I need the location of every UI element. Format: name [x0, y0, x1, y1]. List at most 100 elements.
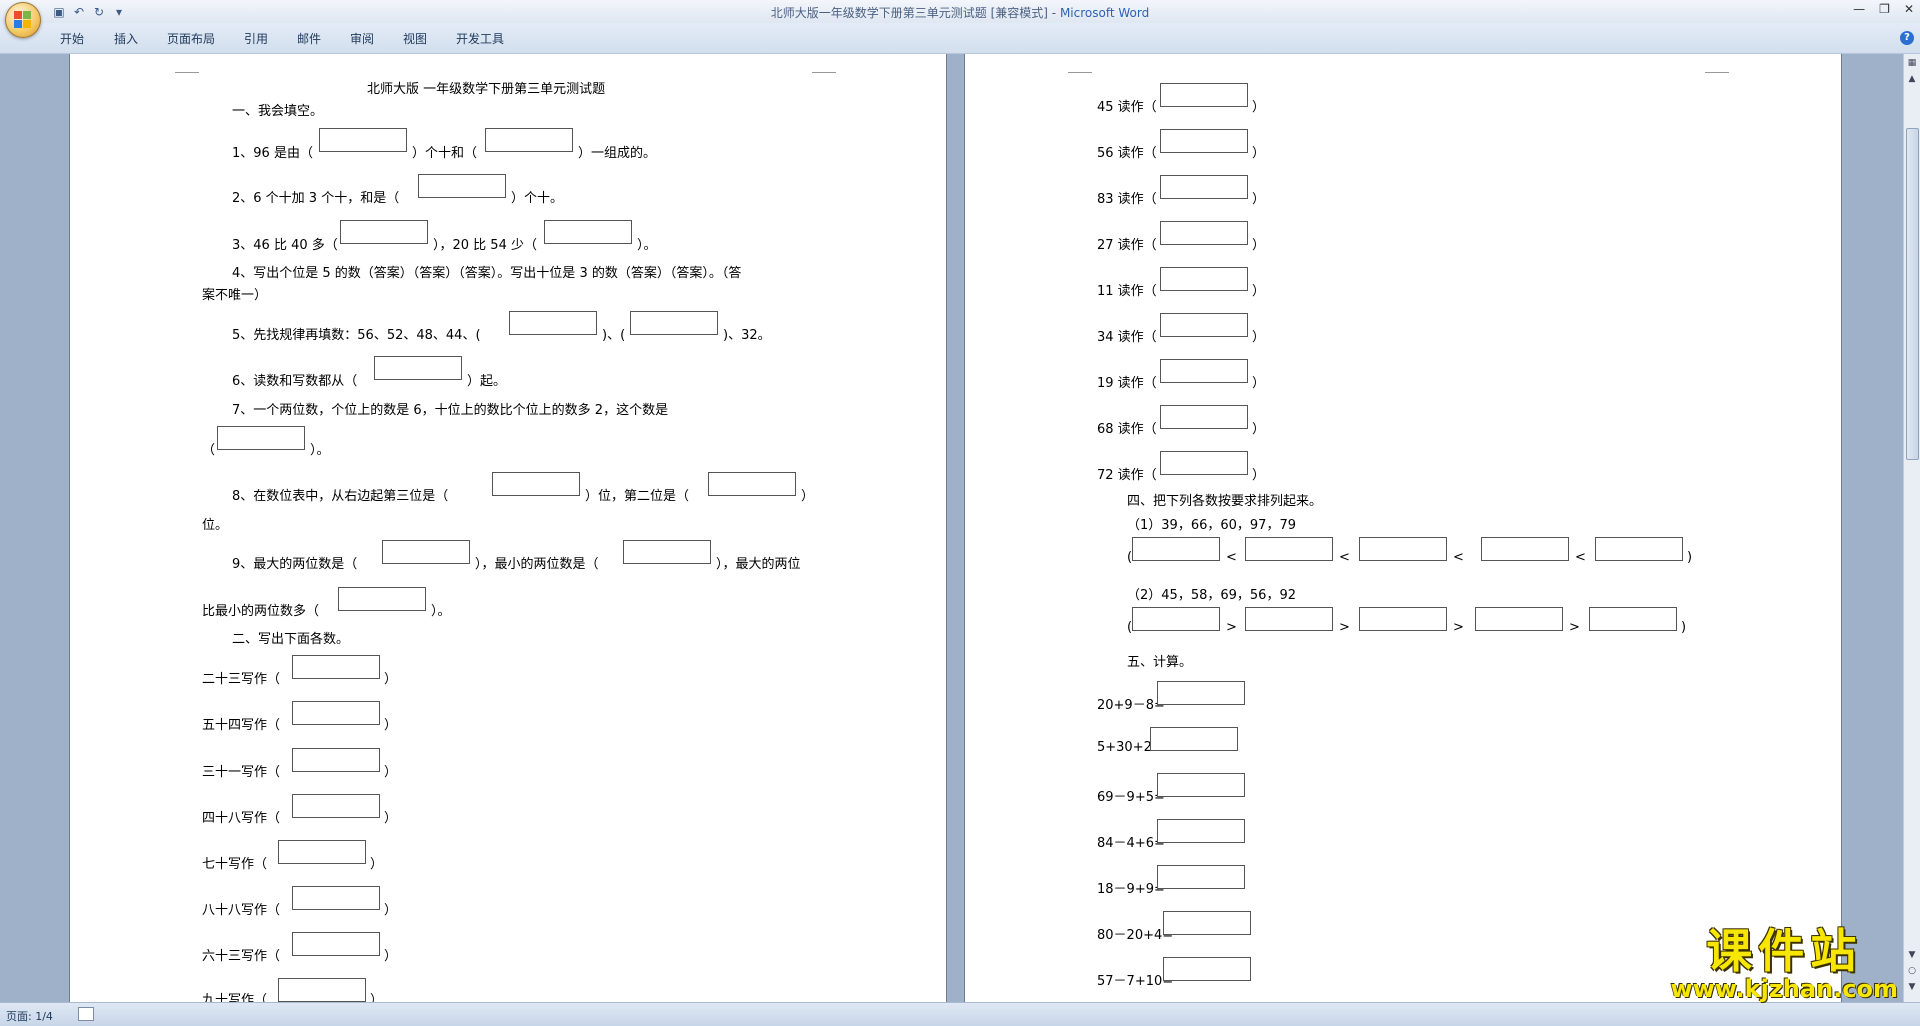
page-right[interactable]: 45 读作（ ） 56 读作（ ） 83 读作（ ） 27 读作（ ） 11 读…	[965, 54, 1841, 1002]
read-item-end: ）	[1252, 146, 1266, 161]
answer-box[interactable]	[1163, 957, 1251, 981]
answer-box[interactable]	[1245, 537, 1333, 561]
write-item-label: 二十三写作（	[202, 672, 281, 687]
order-1-numbers: （1）39，66，60，97，79	[1127, 518, 1296, 533]
answer-box[interactable]	[1245, 607, 1333, 631]
answer-box[interactable]	[418, 174, 506, 198]
answer-box[interactable]	[1157, 865, 1245, 889]
q9-text-d: 比最小的两位数多（	[202, 604, 320, 619]
tab-insert[interactable]: 插入	[114, 30, 138, 47]
answer-box[interactable]	[292, 701, 380, 725]
document-workspace: 北师大版 一年级数学下册第三单元测试题 一、我会填空。 1、96 是由（ ）个十…	[0, 54, 1904, 1002]
answer-box[interactable]	[492, 472, 580, 496]
answer-box[interactable]	[338, 587, 426, 611]
write-item-end: ）	[384, 765, 398, 780]
less-than-sign: <	[1453, 550, 1464, 565]
answer-box[interactable]	[1160, 267, 1248, 291]
next-page-icon[interactable]: ▼	[1905, 980, 1919, 994]
answer-box[interactable]	[217, 426, 305, 450]
answer-box[interactable]	[1160, 451, 1248, 475]
answer-box[interactable]	[1163, 911, 1251, 935]
q1-text-a: 1、96 是由（	[232, 146, 313, 161]
read-item-label: 72 读作（	[1097, 468, 1157, 483]
write-item-label: 九十写作（	[202, 993, 268, 1002]
close-icon[interactable]: ✕	[1904, 2, 1914, 16]
answer-box[interactable]	[1157, 681, 1245, 705]
answer-box[interactable]	[1160, 129, 1248, 153]
answer-box[interactable]	[292, 794, 380, 818]
answer-box[interactable]	[292, 748, 380, 772]
answer-box[interactable]	[1160, 83, 1248, 107]
read-item-end: ）	[1252, 330, 1266, 345]
tab-layout[interactable]: 页面布局	[167, 30, 215, 47]
write-item-end: ）	[384, 811, 398, 826]
tab-home[interactable]: 开始	[60, 30, 84, 47]
answer-box[interactable]	[319, 128, 407, 152]
window-controls: — ❐ ✕	[1853, 2, 1914, 16]
answer-box[interactable]	[1160, 359, 1248, 383]
answer-box[interactable]	[382, 540, 470, 564]
answer-box[interactable]	[1132, 537, 1220, 561]
page-count-status[interactable]: 页面: 1/4	[6, 1008, 53, 1024]
answer-box[interactable]	[374, 356, 462, 380]
answer-box[interactable]	[708, 472, 796, 496]
tab-references[interactable]: 引用	[244, 30, 268, 47]
answer-box[interactable]	[1150, 727, 1238, 751]
tab-developer[interactable]: 开发工具	[456, 30, 504, 47]
answer-box[interactable]	[623, 540, 711, 564]
answer-box[interactable]	[485, 128, 573, 152]
answer-box[interactable]	[1157, 773, 1245, 797]
scroll-down-icon[interactable]: ▼	[1905, 948, 1919, 962]
ruler-toggle-icon[interactable]: ▦	[1905, 56, 1919, 70]
help-icon[interactable]: ?	[1900, 31, 1914, 45]
answer-box[interactable]	[1157, 819, 1245, 843]
page-left[interactable]: 北师大版 一年级数学下册第三单元测试题 一、我会填空。 1、96 是由（ ）个十…	[70, 54, 946, 1002]
restore-icon[interactable]: ❐	[1879, 2, 1890, 16]
answer-box[interactable]	[292, 886, 380, 910]
paren-close: )	[1687, 550, 1693, 565]
answer-box[interactable]	[1132, 607, 1220, 631]
proofing-icon[interactable]	[78, 1007, 94, 1021]
answer-box[interactable]	[340, 220, 428, 244]
answer-box[interactable]	[1359, 607, 1447, 631]
greater-than-sign: >	[1226, 620, 1237, 635]
answer-box[interactable]	[1359, 537, 1447, 561]
answer-box[interactable]	[509, 311, 597, 335]
answer-box[interactable]	[544, 220, 632, 244]
answer-box[interactable]	[1589, 607, 1677, 631]
scroll-up-icon[interactable]: ▲	[1905, 72, 1919, 86]
vertical-scrollbar[interactable]: ▦ ▲ ▼ ○ ▼	[1903, 54, 1920, 1002]
q3-text-b: ），20 比 54 少（	[433, 238, 537, 253]
answer-box[interactable]	[1595, 537, 1683, 561]
scroll-thumb[interactable]	[1906, 128, 1919, 460]
answer-box[interactable]	[1481, 537, 1569, 561]
answer-box[interactable]	[278, 978, 366, 1002]
answer-box[interactable]	[292, 932, 380, 956]
tab-mailings[interactable]: 邮件	[297, 30, 321, 47]
answer-box[interactable]	[1160, 221, 1248, 245]
section-4-heading: 四、把下列各数按要求排列起来。	[1127, 494, 1323, 509]
minimize-icon[interactable]: —	[1853, 2, 1865, 16]
tab-view[interactable]: 视图	[403, 30, 427, 47]
answer-box[interactable]	[630, 311, 718, 335]
section-2-heading: 二、写出下面各数。	[232, 632, 350, 647]
read-item-end: ）	[1252, 100, 1266, 115]
write-item-label: 五十四写作（	[202, 718, 281, 733]
q9-text-b: ），最小的两位数是（	[475, 557, 599, 572]
q7-text-b: （	[202, 443, 216, 458]
browse-object-icon[interactable]: ○	[1905, 964, 1919, 978]
answer-box[interactable]	[1475, 607, 1563, 631]
margin-corner	[812, 60, 836, 73]
answer-box[interactable]	[1160, 405, 1248, 429]
paren-close: )	[1681, 620, 1687, 635]
answer-box[interactable]	[278, 840, 366, 864]
answer-box[interactable]	[1160, 175, 1248, 199]
answer-box[interactable]	[1160, 313, 1248, 337]
answer-box[interactable]	[292, 655, 380, 679]
tab-review[interactable]: 审阅	[350, 30, 374, 47]
calc-item: 80－20+4=	[1097, 928, 1174, 943]
office-button[interactable]	[5, 2, 41, 38]
q4-text-a: 4、写出个位是 5 的数（答案）（答案）（答案）。写出十位是 3 的数（答案）（…	[232, 266, 742, 281]
watermark-text: 课件站	[1706, 924, 1863, 978]
ribbon-tabs: 开始 插入 页面布局 引用 邮件 审阅 视图 开发工具 ?	[0, 23, 1920, 54]
